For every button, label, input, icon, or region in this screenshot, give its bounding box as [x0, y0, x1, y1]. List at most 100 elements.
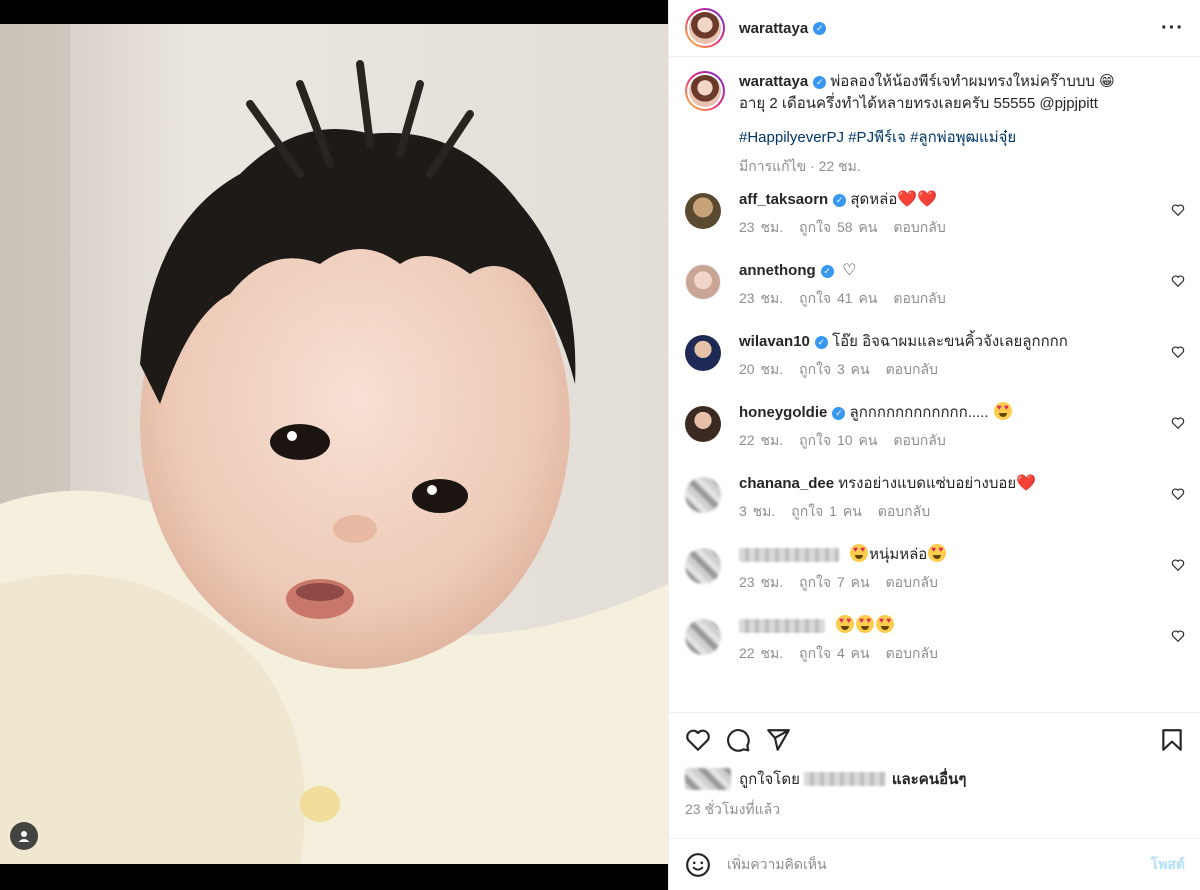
verified-icon: ✓: [813, 75, 827, 89]
caption-hashtags[interactable]: #HappilyeverPJ #PJพีร์เจ #ลูกพ่อพุฒแม่จุ…: [739, 127, 1115, 149]
liked-by-row[interactable]: ถูกใจโดย และคนอื่นๆ: [669, 767, 1200, 791]
comment-icon[interactable]: [725, 727, 751, 753]
add-comment-input[interactable]: เพิ่มความคิดเห็น: [727, 854, 1151, 876]
baby-photo-illustration: [0, 24, 668, 864]
reply-button[interactable]: ตอบกลับ: [886, 361, 938, 377]
comment-time: 22 ชม.: [739, 645, 784, 661]
comment-likes[interactable]: ถูกใจ 4 คน: [799, 645, 870, 661]
caption-text-line1: พ่อลองให้น้องพีร์เจทำผมทรงใหม่คร๊าบบบ 😁: [830, 73, 1115, 90]
verified-icon: ✓: [813, 21, 827, 35]
post-media[interactable]: [0, 0, 668, 890]
verified-icon: ✓: [833, 193, 847, 207]
comment-item: honeygoldie ✓ ลูกกกกกกกกกกกก..... 22 ชม. ถ…: [685, 402, 1185, 473]
heart-eyes-emoji: [836, 615, 855, 633]
red-heart-emoji: ❤️❤️: [897, 191, 938, 208]
heart-eyes-emoji: [850, 544, 869, 562]
emoji-icon[interactable]: [685, 852, 711, 878]
verified-icon: ✓: [814, 335, 828, 349]
comment-likes[interactable]: ถูกใจ 1 คน: [791, 503, 862, 519]
caption-avatar[interactable]: [685, 71, 725, 111]
commenter-username[interactable]: chanana_dee: [739, 475, 834, 492]
comment-time: 20 ชม.: [739, 361, 784, 377]
post-header: warattaya ✓ ···: [669, 0, 1200, 57]
commenter-avatar[interactable]: [685, 548, 721, 584]
white-heart-emoji: ♡: [837, 262, 857, 279]
comment-likes[interactable]: ถูกใจ 10 คน: [799, 432, 877, 448]
comment-likes[interactable]: ถูกใจ 3 คน: [799, 361, 870, 377]
caption-username[interactable]: warattaya: [739, 73, 808, 90]
comment-text: สุดหล่อ: [850, 191, 898, 208]
share-icon[interactable]: [765, 727, 791, 753]
liked-by-blurred-user[interactable]: [803, 772, 886, 786]
commenter-username[interactable]: annethong: [739, 262, 816, 279]
heart-eyes-emoji: [876, 615, 895, 633]
like-comment-heart-icon[interactable]: [1171, 203, 1185, 217]
post-sidebar: warattaya ✓ ··· warattaya ✓ พ่อลองให้น้อง…: [668, 0, 1200, 890]
author-avatar[interactable]: [685, 8, 725, 48]
reply-button[interactable]: ตอบกลับ: [893, 290, 945, 306]
like-comment-heart-icon[interactable]: [1171, 558, 1185, 572]
comment-text: โอ๊ย อิจฉาผมและขนคิ้วจังเลยลูกกกก: [832, 333, 1068, 350]
comment-text: ทรงอย่างแบดแซ่บอย่างบอย: [838, 475, 1017, 492]
like-comment-heart-icon[interactable]: [1171, 274, 1185, 288]
blurred-username[interactable]: [739, 548, 839, 563]
red-heart-emoji: ❤️: [1016, 475, 1037, 492]
reply-button[interactable]: ตอบกลับ: [878, 503, 930, 519]
author-username[interactable]: warattaya: [739, 20, 808, 37]
post-comment-button[interactable]: โพสต์: [1151, 854, 1185, 876]
like-comment-heart-icon[interactable]: [1171, 416, 1185, 430]
user-tag-button[interactable]: [10, 822, 38, 850]
comment-item: chanana_dee ทรงอย่างแบดแซ่บอย่างบอย❤️ 3 …: [685, 473, 1185, 544]
add-comment-bar: เพิ่มความคิดเห็น โพสต์: [669, 838, 1200, 890]
more-icon[interactable]: ···: [1161, 18, 1184, 38]
post-caption: warattaya ✓ พ่อลองให้น้องพีร์เจทำผมทรงใหม…: [685, 71, 1185, 177]
commenter-avatar[interactable]: [685, 193, 721, 229]
commenter-avatar[interactable]: [685, 335, 721, 371]
commenter-username[interactable]: aff_taksaorn: [739, 191, 828, 208]
post-photo[interactable]: [0, 24, 668, 864]
comments-list[interactable]: warattaya ✓ พ่อลองให้น้องพีร์เจทำผมทรงใหม…: [669, 57, 1200, 712]
comment-item: หนุ่มหล่อ 23 ชม. ถูกใจ 7 คน ตอบกลับ: [685, 544, 1185, 615]
comment-item: 22 ชม. ถูกใจ 4 คน ตอบกลับ: [685, 615, 1185, 686]
comment-time: 3 ชม.: [739, 503, 776, 519]
like-comment-heart-icon[interactable]: [1171, 345, 1185, 359]
verified-icon: ✓: [832, 406, 846, 420]
comment-time: 23 ชม.: [739, 574, 784, 590]
blurred-username[interactable]: [739, 619, 825, 634]
comment-likes[interactable]: ถูกใจ 58 คน: [799, 219, 877, 235]
reply-button[interactable]: ตอบกลับ: [893, 432, 945, 448]
commenter-avatar[interactable]: [685, 619, 721, 655]
commenter-username[interactable]: honeygoldie: [739, 404, 827, 421]
reply-button[interactable]: ตอบกลับ: [886, 645, 938, 661]
heart-eyes-emoji: [928, 544, 947, 562]
post-time-ago: 23 ชั่วโมงที่แล้ว: [685, 801, 781, 817]
comment-time: 23 ชม.: [739, 290, 784, 306]
heart-eyes-emoji: [993, 402, 1012, 420]
comment-likes[interactable]: ถูกใจ 41 คน: [799, 290, 877, 306]
like-comment-heart-icon[interactable]: [1171, 487, 1185, 501]
bookmark-icon[interactable]: [1159, 727, 1185, 753]
comment-item: aff_taksaorn ✓ สุดหล่อ❤️❤️ 23 ชม. ถูกใจ 58…: [685, 189, 1185, 260]
reply-button[interactable]: ตอบกลับ: [886, 574, 938, 590]
comment-likes[interactable]: ถูกใจ 7 คน: [799, 574, 870, 590]
comment-time: 22 ชม.: [739, 432, 784, 448]
verified-icon: ✓: [820, 264, 834, 278]
commenter-avatar[interactable]: [685, 477, 721, 513]
commenter-avatar[interactable]: [685, 406, 721, 442]
liked-by-suffix[interactable]: และคนอื่นๆ: [892, 767, 967, 791]
commenter-avatar[interactable]: [685, 264, 721, 300]
caption-text-line2: อายุ 2 เดือนครึ่งทำได้หลายทรงเลยครับ 555…: [739, 95, 1098, 112]
comment-item: annethong ✓ ♡ 23 ชม. ถูกใจ 41 คน ตอบกลับ: [685, 260, 1185, 331]
comment-text: หนุ่มหล่อ: [869, 546, 928, 563]
comment-time: 23 ชม.: [739, 219, 784, 235]
user-tag-icon: [18, 831, 30, 842]
comment-text: ลูกกกกกกกกกกกก.....: [849, 404, 989, 421]
commenter-username[interactable]: wilavan10: [739, 333, 810, 350]
heart-icon[interactable]: [685, 727, 711, 753]
comment-item: wilavan10 ✓ โอ๊ย อิจฉาผมและขนคิ้วจังเลยลู…: [685, 331, 1185, 402]
liked-by-avatars: [685, 768, 731, 790]
liked-by-prefix: ถูกใจโดย: [739, 771, 800, 788]
caption-edited-meta: มีการแก้ไข · 22 ชม.: [739, 158, 861, 174]
like-comment-heart-icon[interactable]: [1171, 629, 1185, 643]
reply-button[interactable]: ตอบกลับ: [893, 219, 945, 235]
